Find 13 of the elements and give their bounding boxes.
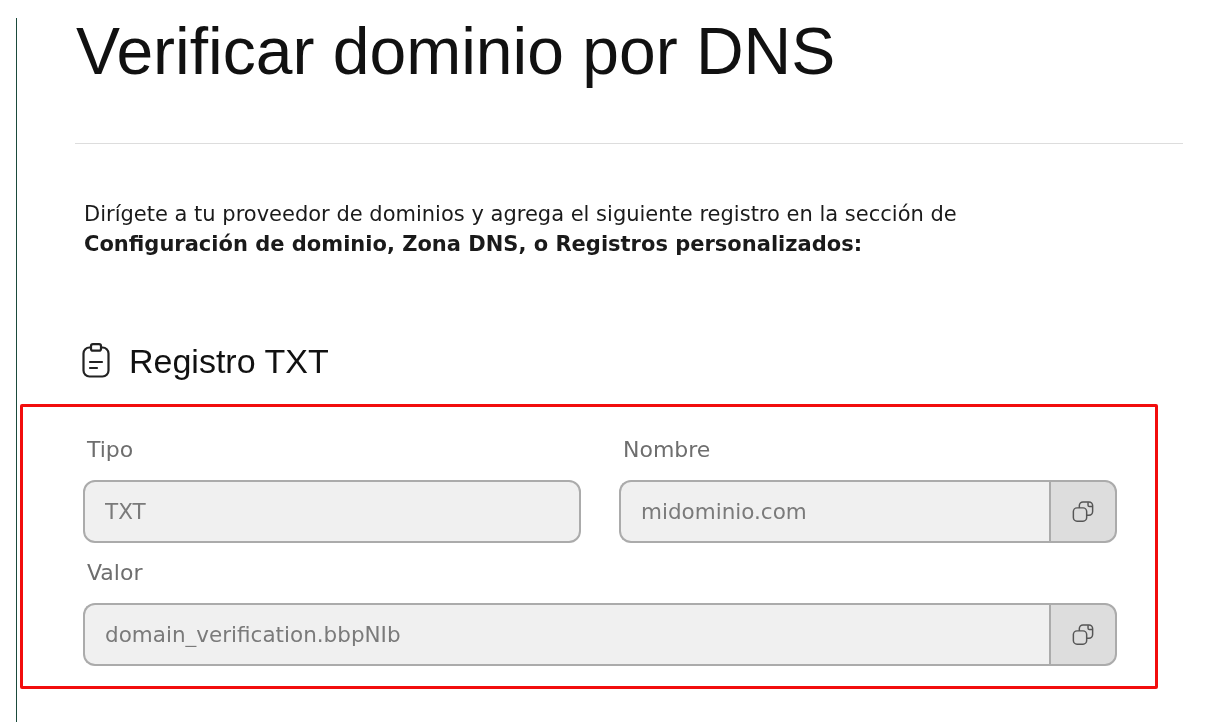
- field-label: Tipo: [86, 436, 134, 464]
- copy-button[interactable]: [1049, 603, 1117, 666]
- instructions-text: Dirígete a tu proveedor de dominios y agrega el siguiente registro en la sección de Configuración de dominio, Zona DNS, o Registros personalizados:: [84, 201, 957, 258]
- text-field[interactable]: domain_verification.bbpNIb: [83, 603, 1049, 666]
- copy-icon: [1072, 500, 1094, 523]
- section-heading: Registro TXT: [129, 343, 329, 378]
- copy-button[interactable]: [1049, 480, 1117, 543]
- field-label: Nombre: [622, 436, 711, 464]
- copy-icon: [1072, 623, 1094, 646]
- text-field[interactable]: TXT: [83, 480, 581, 543]
- field-label: Valor: [86, 559, 143, 587]
- text-field[interactable]: midominio.com: [619, 480, 1049, 543]
- clipboard-icon: [82, 343, 110, 378]
